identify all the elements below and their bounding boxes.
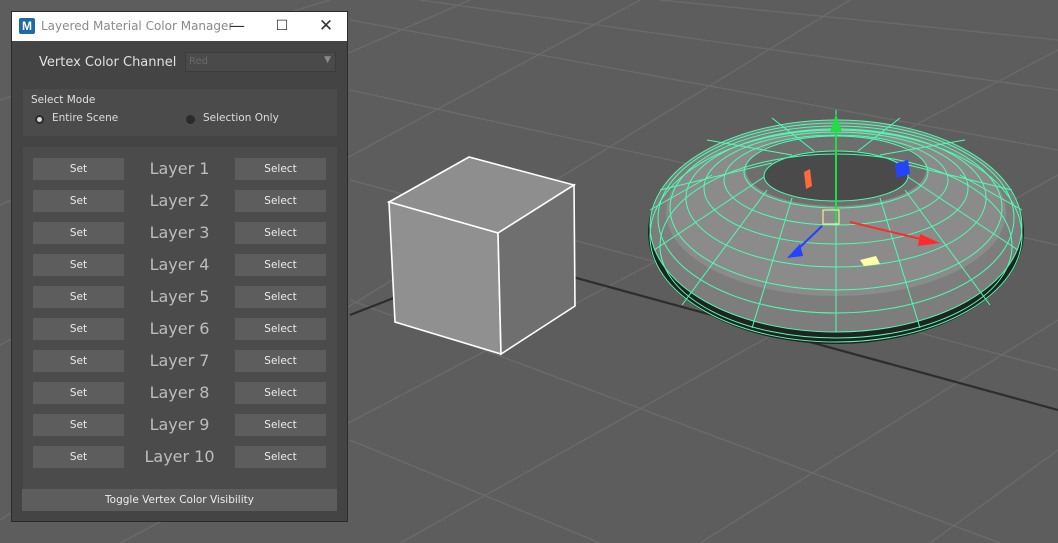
layer-row: Set Layer 2 Select	[23, 188, 337, 214]
set-layer-5-button[interactable]: Set	[33, 286, 124, 308]
select-layer-2-button[interactable]: Select	[235, 190, 326, 212]
set-layer-7-button[interactable]: Set	[33, 350, 124, 372]
layer-row: Set Layer 8 Select	[23, 380, 337, 406]
select-layer-3-button[interactable]: Select	[235, 222, 326, 244]
layer-6-label: Layer 6	[149, 319, 210, 338]
layer-row: Set Layer 5 Select	[23, 284, 337, 310]
vertex-color-channel-value: Red	[189, 56, 208, 67]
selection-only-label[interactable]: Selection Only	[203, 112, 279, 124]
set-layer-6-button[interactable]: Set	[33, 318, 124, 340]
layer-9-label: Layer 9	[149, 415, 210, 434]
select-layer-5-button[interactable]: Select	[235, 286, 326, 308]
layer-row: Set Layer 4 Select	[23, 252, 337, 278]
layer-4-label: Layer 4	[149, 255, 210, 274]
maximize-icon[interactable]: ☐	[262, 12, 302, 41]
toggle-vertex-color-visibility-button[interactable]: Toggle Vertex Color Visibility	[22, 489, 337, 511]
set-layer-3-button[interactable]: Set	[33, 222, 124, 244]
layered-material-color-manager-window: M Layered Material Color Manager — ☐ ✕ V…	[11, 11, 348, 522]
set-layer-4-button[interactable]: Set	[33, 254, 124, 276]
vertex-color-channel-dropdown[interactable]: Red ▼	[185, 52, 336, 72]
select-layer-8-button[interactable]: Select	[235, 382, 326, 404]
select-layer-1-button[interactable]: Select	[235, 158, 326, 180]
set-layer-8-button[interactable]: Set	[33, 382, 124, 404]
layer-2-label: Layer 2	[149, 191, 210, 210]
layer-row: Set Layer 9 Select	[23, 412, 337, 438]
layer-1-label: Layer 1	[149, 159, 210, 178]
select-layer-10-button[interactable]: Select	[235, 446, 326, 468]
set-layer-1-button[interactable]: Set	[33, 158, 124, 180]
layer-row: Set Layer 3 Select	[23, 220, 337, 246]
layer-10-label: Layer 10	[144, 447, 215, 466]
select-layer-9-button[interactable]: Select	[235, 414, 326, 436]
set-layer-2-button[interactable]: Set	[33, 190, 124, 212]
layer-row: Set Layer 6 Select	[23, 316, 337, 342]
selection-only-radio[interactable]	[186, 115, 195, 124]
minimize-icon[interactable]: —	[217, 12, 257, 41]
layer-row: Set Layer 1 Select	[23, 156, 337, 182]
cube-object	[386, 156, 576, 356]
select-layer-6-button[interactable]: Select	[235, 318, 326, 340]
layers-panel: Set Layer 1 Select Set Layer 2 Select Se…	[23, 147, 337, 492]
maya-app-icon: M	[19, 18, 35, 34]
vertex-color-channel-label: Vertex Color Channel	[39, 55, 177, 70]
entire-scene-label[interactable]: Entire Scene	[52, 112, 118, 124]
layer-5-label: Layer 5	[149, 287, 210, 306]
chevron-down-icon: ▼	[324, 55, 331, 65]
set-layer-10-button[interactable]: Set	[33, 446, 124, 468]
layer-row: Set Layer 7 Select	[23, 348, 337, 374]
window-titlebar[interactable]: M Layered Material Color Manager — ☐ ✕	[12, 12, 347, 41]
layer-3-label: Layer 3	[149, 223, 210, 242]
window-title: Layered Material Color Manager	[41, 19, 234, 33]
select-mode-title: Select Mode	[31, 94, 96, 106]
select-layer-4-button[interactable]: Select	[235, 254, 326, 276]
layer-8-label: Layer 8	[149, 383, 210, 402]
set-layer-9-button[interactable]: Set	[33, 414, 124, 436]
entire-scene-radio[interactable]	[35, 115, 44, 124]
layer-row: Set Layer 10 Select	[23, 444, 337, 470]
select-mode-group: Select Mode Entire Scene Selection Only	[23, 89, 337, 136]
layer-7-label: Layer 7	[149, 351, 210, 370]
close-icon[interactable]: ✕	[306, 12, 346, 41]
select-layer-7-button[interactable]: Select	[235, 350, 326, 372]
